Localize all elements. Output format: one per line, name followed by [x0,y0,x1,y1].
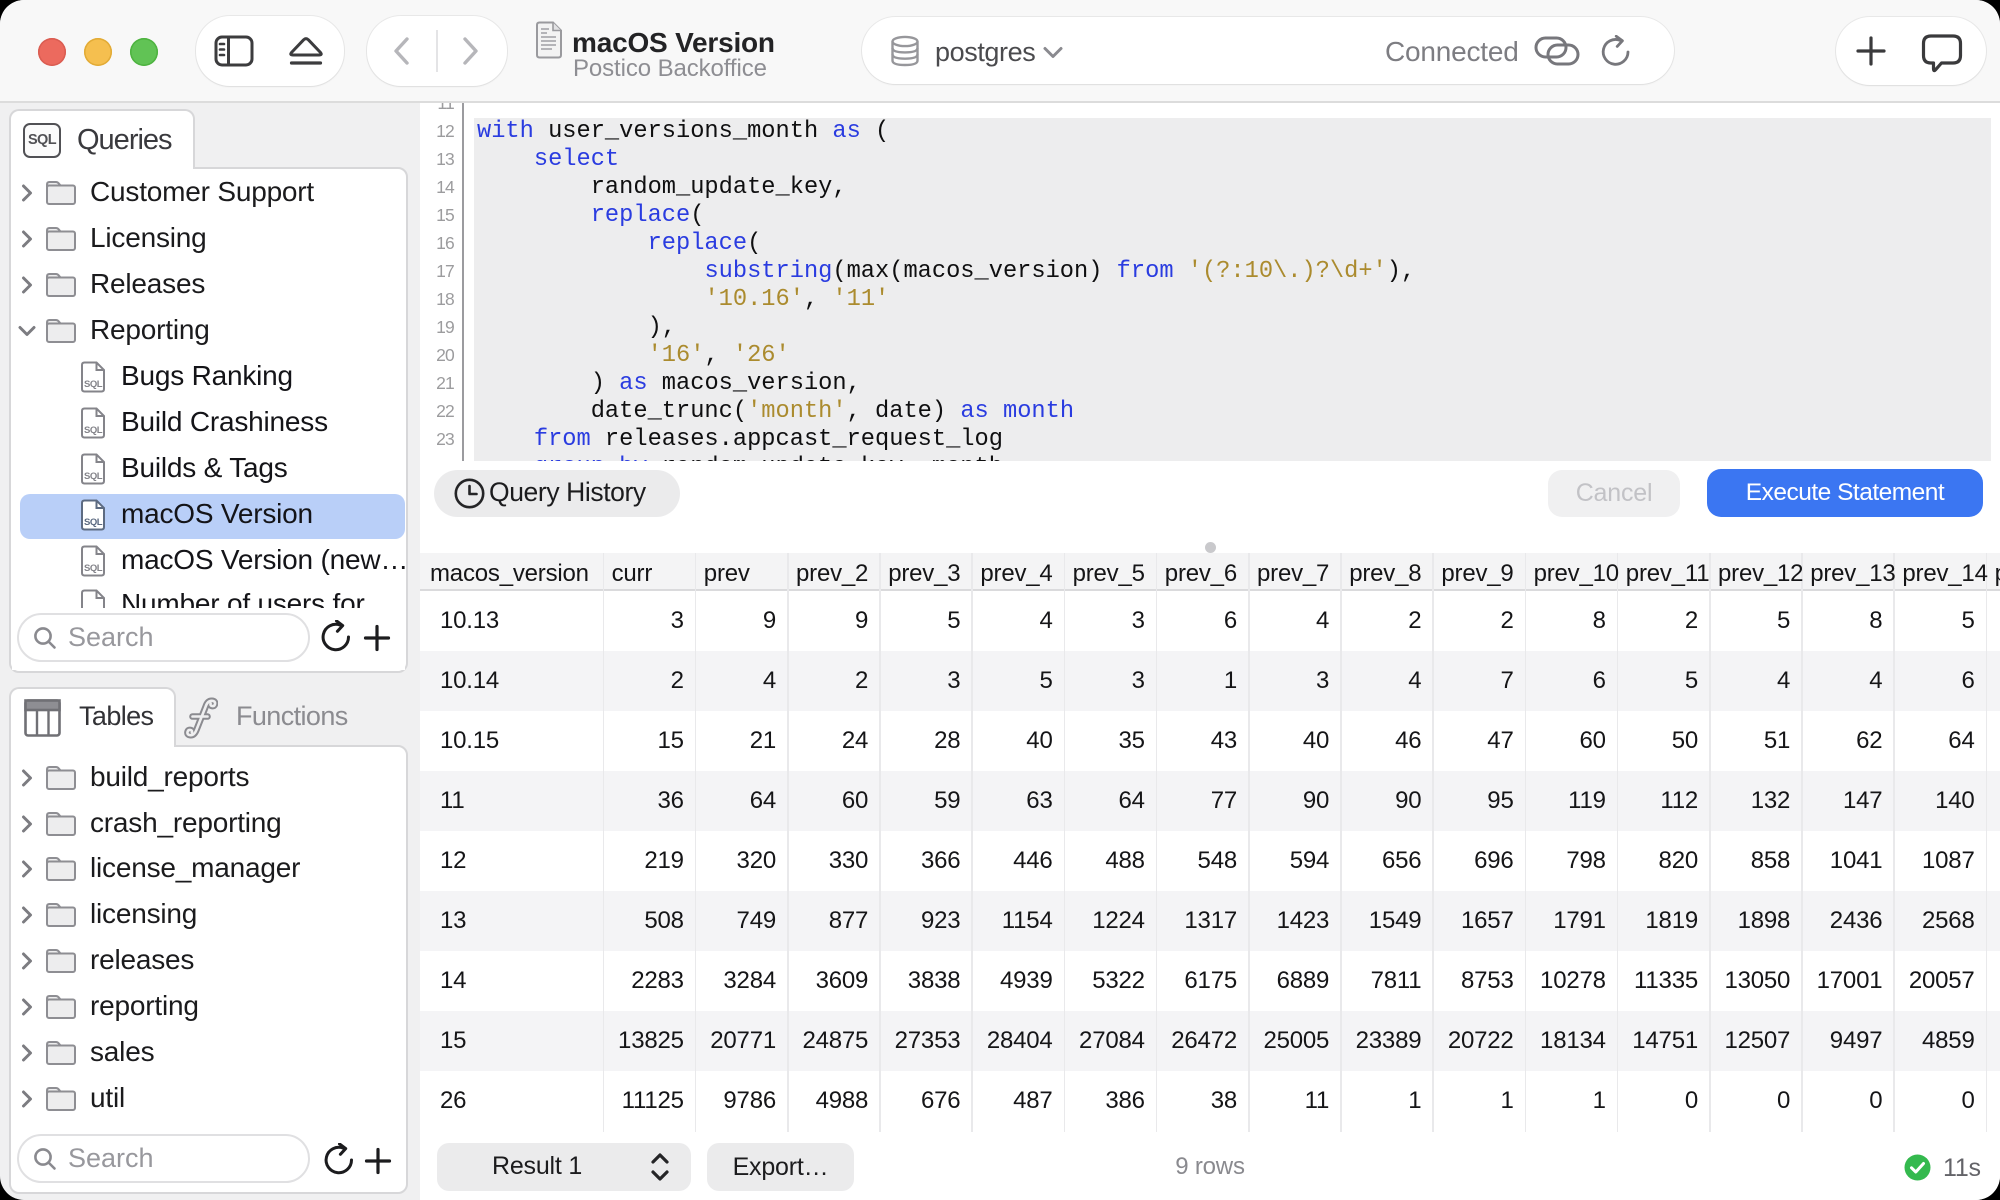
svg-text:SQL: SQL [84,517,103,528]
svg-text:SQL: SQL [84,563,103,574]
svg-text:SQL: SQL [84,379,103,390]
svg-text:SQL: SQL [84,471,103,482]
svg-text:SQL: SQL [84,425,103,436]
